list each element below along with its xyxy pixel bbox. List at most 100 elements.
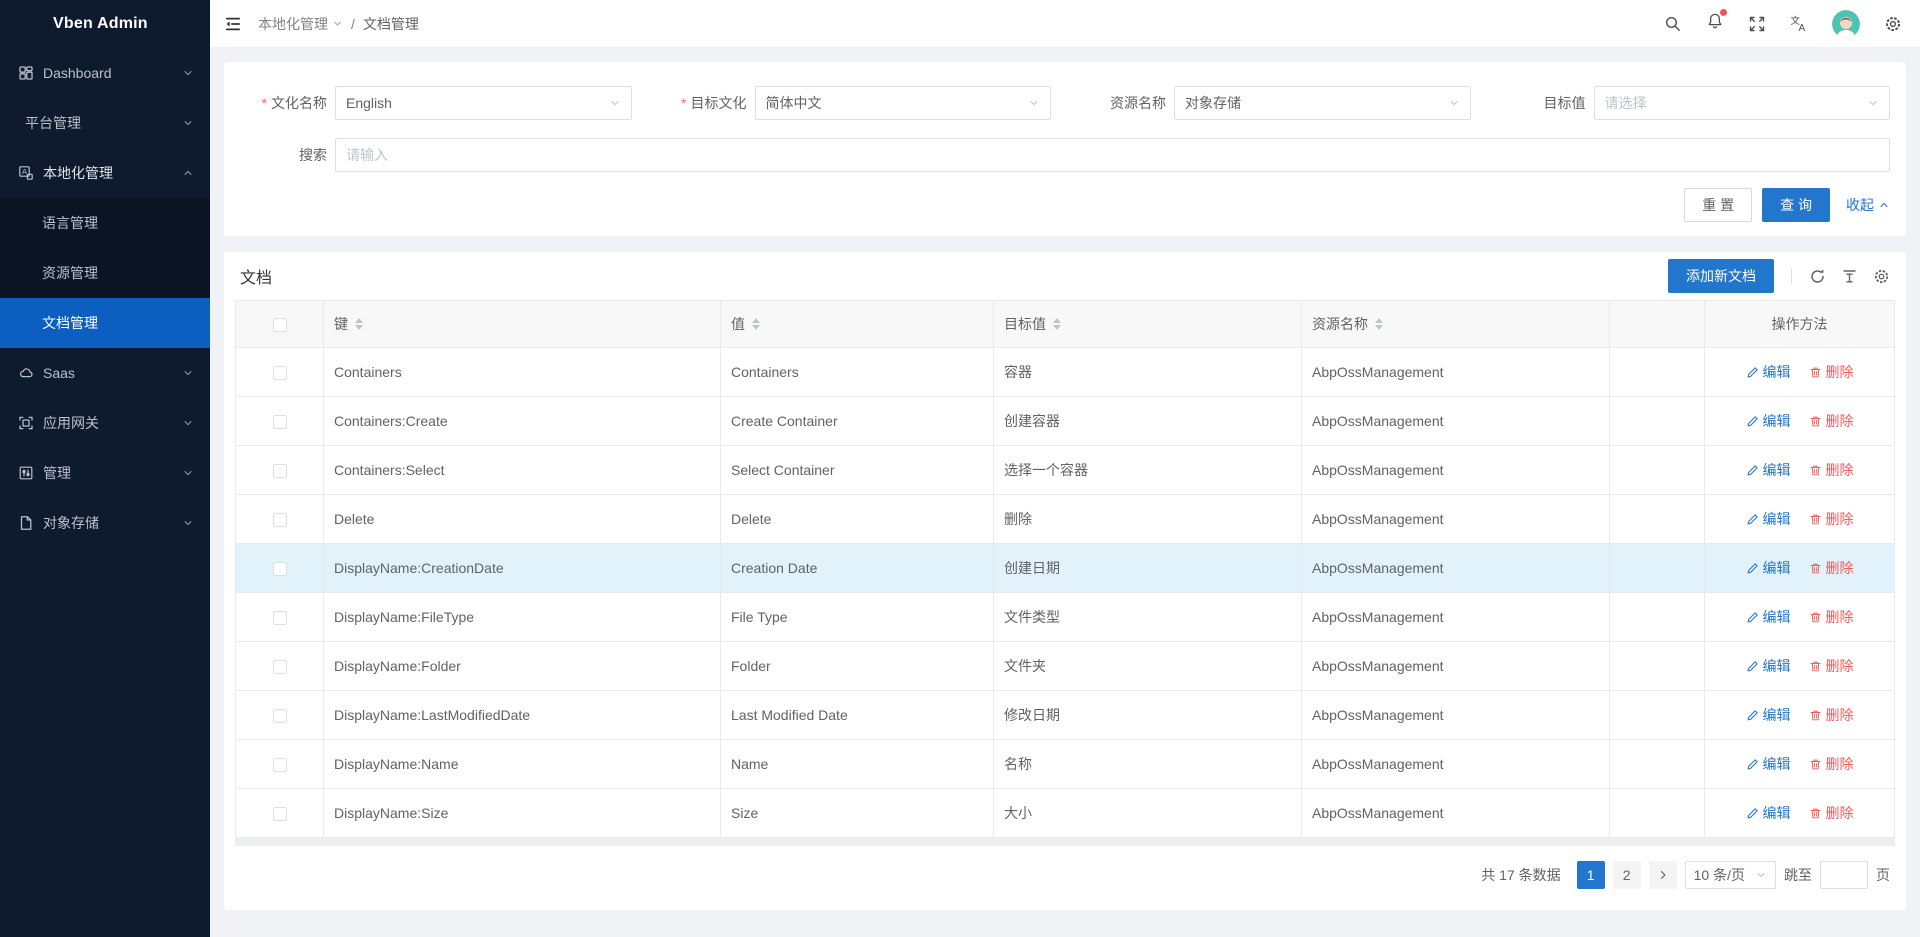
edit-button[interactable]: 编辑 [1746,803,1791,823]
delete-button[interactable]: 删除 [1809,460,1854,480]
culture-label: 文化名称 [240,93,335,113]
sidebar-item-app-gateway[interactable]: 应用网关 [0,398,210,448]
jump-page-input[interactable] [1820,861,1868,889]
edit-button[interactable]: 编辑 [1746,362,1791,382]
notification-button[interactable] [1706,12,1724,35]
column-settings-gear-icon[interactable] [1873,268,1890,285]
next-page-button[interactable] [1649,861,1677,889]
sort-icon[interactable] [1053,318,1061,330]
gateway-icon [18,415,34,431]
row-checkbox[interactable] [273,464,287,478]
row-height-icon[interactable] [1841,268,1858,285]
row-checkbox[interactable] [273,611,287,625]
reset-button[interactable]: 重 置 [1684,188,1752,222]
cell-value: Last Modified Date [721,691,994,740]
page-button-1[interactable]: 1 [1577,861,1605,889]
row-checkbox[interactable] [273,709,287,723]
sidebar-item-document-management[interactable]: 文档管理 [0,298,210,348]
delete-button[interactable]: 删除 [1809,754,1854,774]
collapse-toggle[interactable]: 收起 [1846,195,1890,215]
column-header-target[interactable]: 目标值 [994,301,1302,348]
edit-button[interactable]: 编辑 [1746,656,1791,676]
sidebar-item-dashboard[interactable]: Dashboard [0,48,210,98]
chevron-down-icon [1028,97,1040,109]
edit-button[interactable]: 编辑 [1746,411,1791,431]
search-icon[interactable] [1664,15,1682,33]
target-value-select[interactable]: 请选择 [1594,86,1891,120]
sort-icon[interactable] [752,318,760,330]
edit-button[interactable]: 编辑 [1746,754,1791,774]
table-row: DisplayName:Name Name 名称 AbpOssManagemen… [236,740,1895,789]
breadcrumb-parent[interactable]: 本地化管理 [258,14,343,34]
vben-logo-icon [18,11,44,37]
logo[interactable]: Vben Admin [0,0,210,48]
edit-button[interactable]: 编辑 [1746,509,1791,529]
sidebar-item-saas[interactable]: Saas [0,348,210,398]
cell-value: Size [721,789,994,838]
delete-button[interactable]: 删除 [1809,362,1854,382]
select-all-checkbox[interactable] [273,318,287,332]
resource-select[interactable]: 对象存储 [1174,86,1471,120]
target-culture-label: 目标文化 [660,93,755,113]
cell-resource: AbpOssManagement [1302,495,1610,544]
row-checkbox[interactable] [273,660,287,674]
edit-button[interactable]: 编辑 [1746,558,1791,578]
sidebar-item-admin[interactable]: 管理 [0,448,210,498]
row-checkbox[interactable] [273,415,287,429]
delete-button[interactable]: 删除 [1809,558,1854,578]
pencil-icon [1746,366,1759,379]
settings-gear-icon[interactable] [1884,15,1902,33]
menu-fold-icon[interactable] [224,15,242,33]
avatar[interactable] [1832,10,1860,38]
cell-target: 容器 [994,348,1302,397]
delete-button[interactable]: 删除 [1809,607,1854,627]
pencil-icon [1746,464,1759,477]
row-checkbox[interactable] [273,513,287,527]
delete-button[interactable]: 删除 [1809,656,1854,676]
trash-icon [1809,660,1822,673]
refresh-icon[interactable] [1809,268,1826,285]
target-culture-select[interactable]: 简体中文 [755,86,1052,120]
edit-button[interactable]: 编辑 [1746,460,1791,480]
delete-button[interactable]: 删除 [1809,411,1854,431]
trash-icon [1809,513,1822,526]
page-size-select[interactable]: 10 条/页 [1685,861,1776,889]
column-header-key[interactable]: 键 [324,301,721,348]
column-header-value[interactable]: 值 [721,301,994,348]
add-document-button[interactable]: 添加新文档 [1668,259,1774,293]
search-input[interactable] [335,138,1890,172]
delete-button[interactable]: 删除 [1809,705,1854,725]
trash-icon [1809,366,1822,379]
cell-key: DisplayName:Name [324,740,721,789]
filter-actions: 重 置 查 询 收起 [240,188,1890,222]
query-button[interactable]: 查 询 [1762,188,1830,222]
trash-icon [1809,807,1822,820]
delete-button[interactable]: 删除 [1809,509,1854,529]
pencil-icon [1746,709,1759,722]
translate-icon[interactable] [1790,15,1808,33]
culture-select[interactable]: English [335,86,632,120]
cell-key: Containers [324,348,721,397]
sidebar-item-resource-management[interactable]: 资源管理 [0,248,210,298]
delete-button[interactable]: 删除 [1809,803,1854,823]
row-checkbox[interactable] [273,807,287,821]
row-checkbox[interactable] [273,562,287,576]
sidebar-item-localization[interactable]: 本地化管理 [0,148,210,198]
row-checkbox[interactable] [273,758,287,772]
column-header-resource[interactable]: 资源名称 [1302,301,1610,348]
file-icon [18,515,34,531]
sort-icon[interactable] [355,318,363,330]
sidebar-item-platform[interactable]: 平台管理 [0,98,210,148]
edit-button[interactable]: 编辑 [1746,607,1791,627]
fullscreen-icon[interactable] [1748,15,1766,33]
sidebar-item-object-storage[interactable]: 对象存储 [0,498,210,548]
sidebar-item-language-management[interactable]: 语言管理 [0,198,210,248]
row-checkbox[interactable] [273,366,287,380]
sort-icon[interactable] [1375,318,1383,330]
cell-resource: AbpOssManagement [1302,544,1610,593]
edit-button[interactable]: 编辑 [1746,705,1791,725]
cell-resource: AbpOssManagement [1302,348,1610,397]
horizontal-scrollbar[interactable] [235,838,1895,846]
page-button-2[interactable]: 2 [1613,861,1641,889]
cell-resource: AbpOssManagement [1302,642,1610,691]
